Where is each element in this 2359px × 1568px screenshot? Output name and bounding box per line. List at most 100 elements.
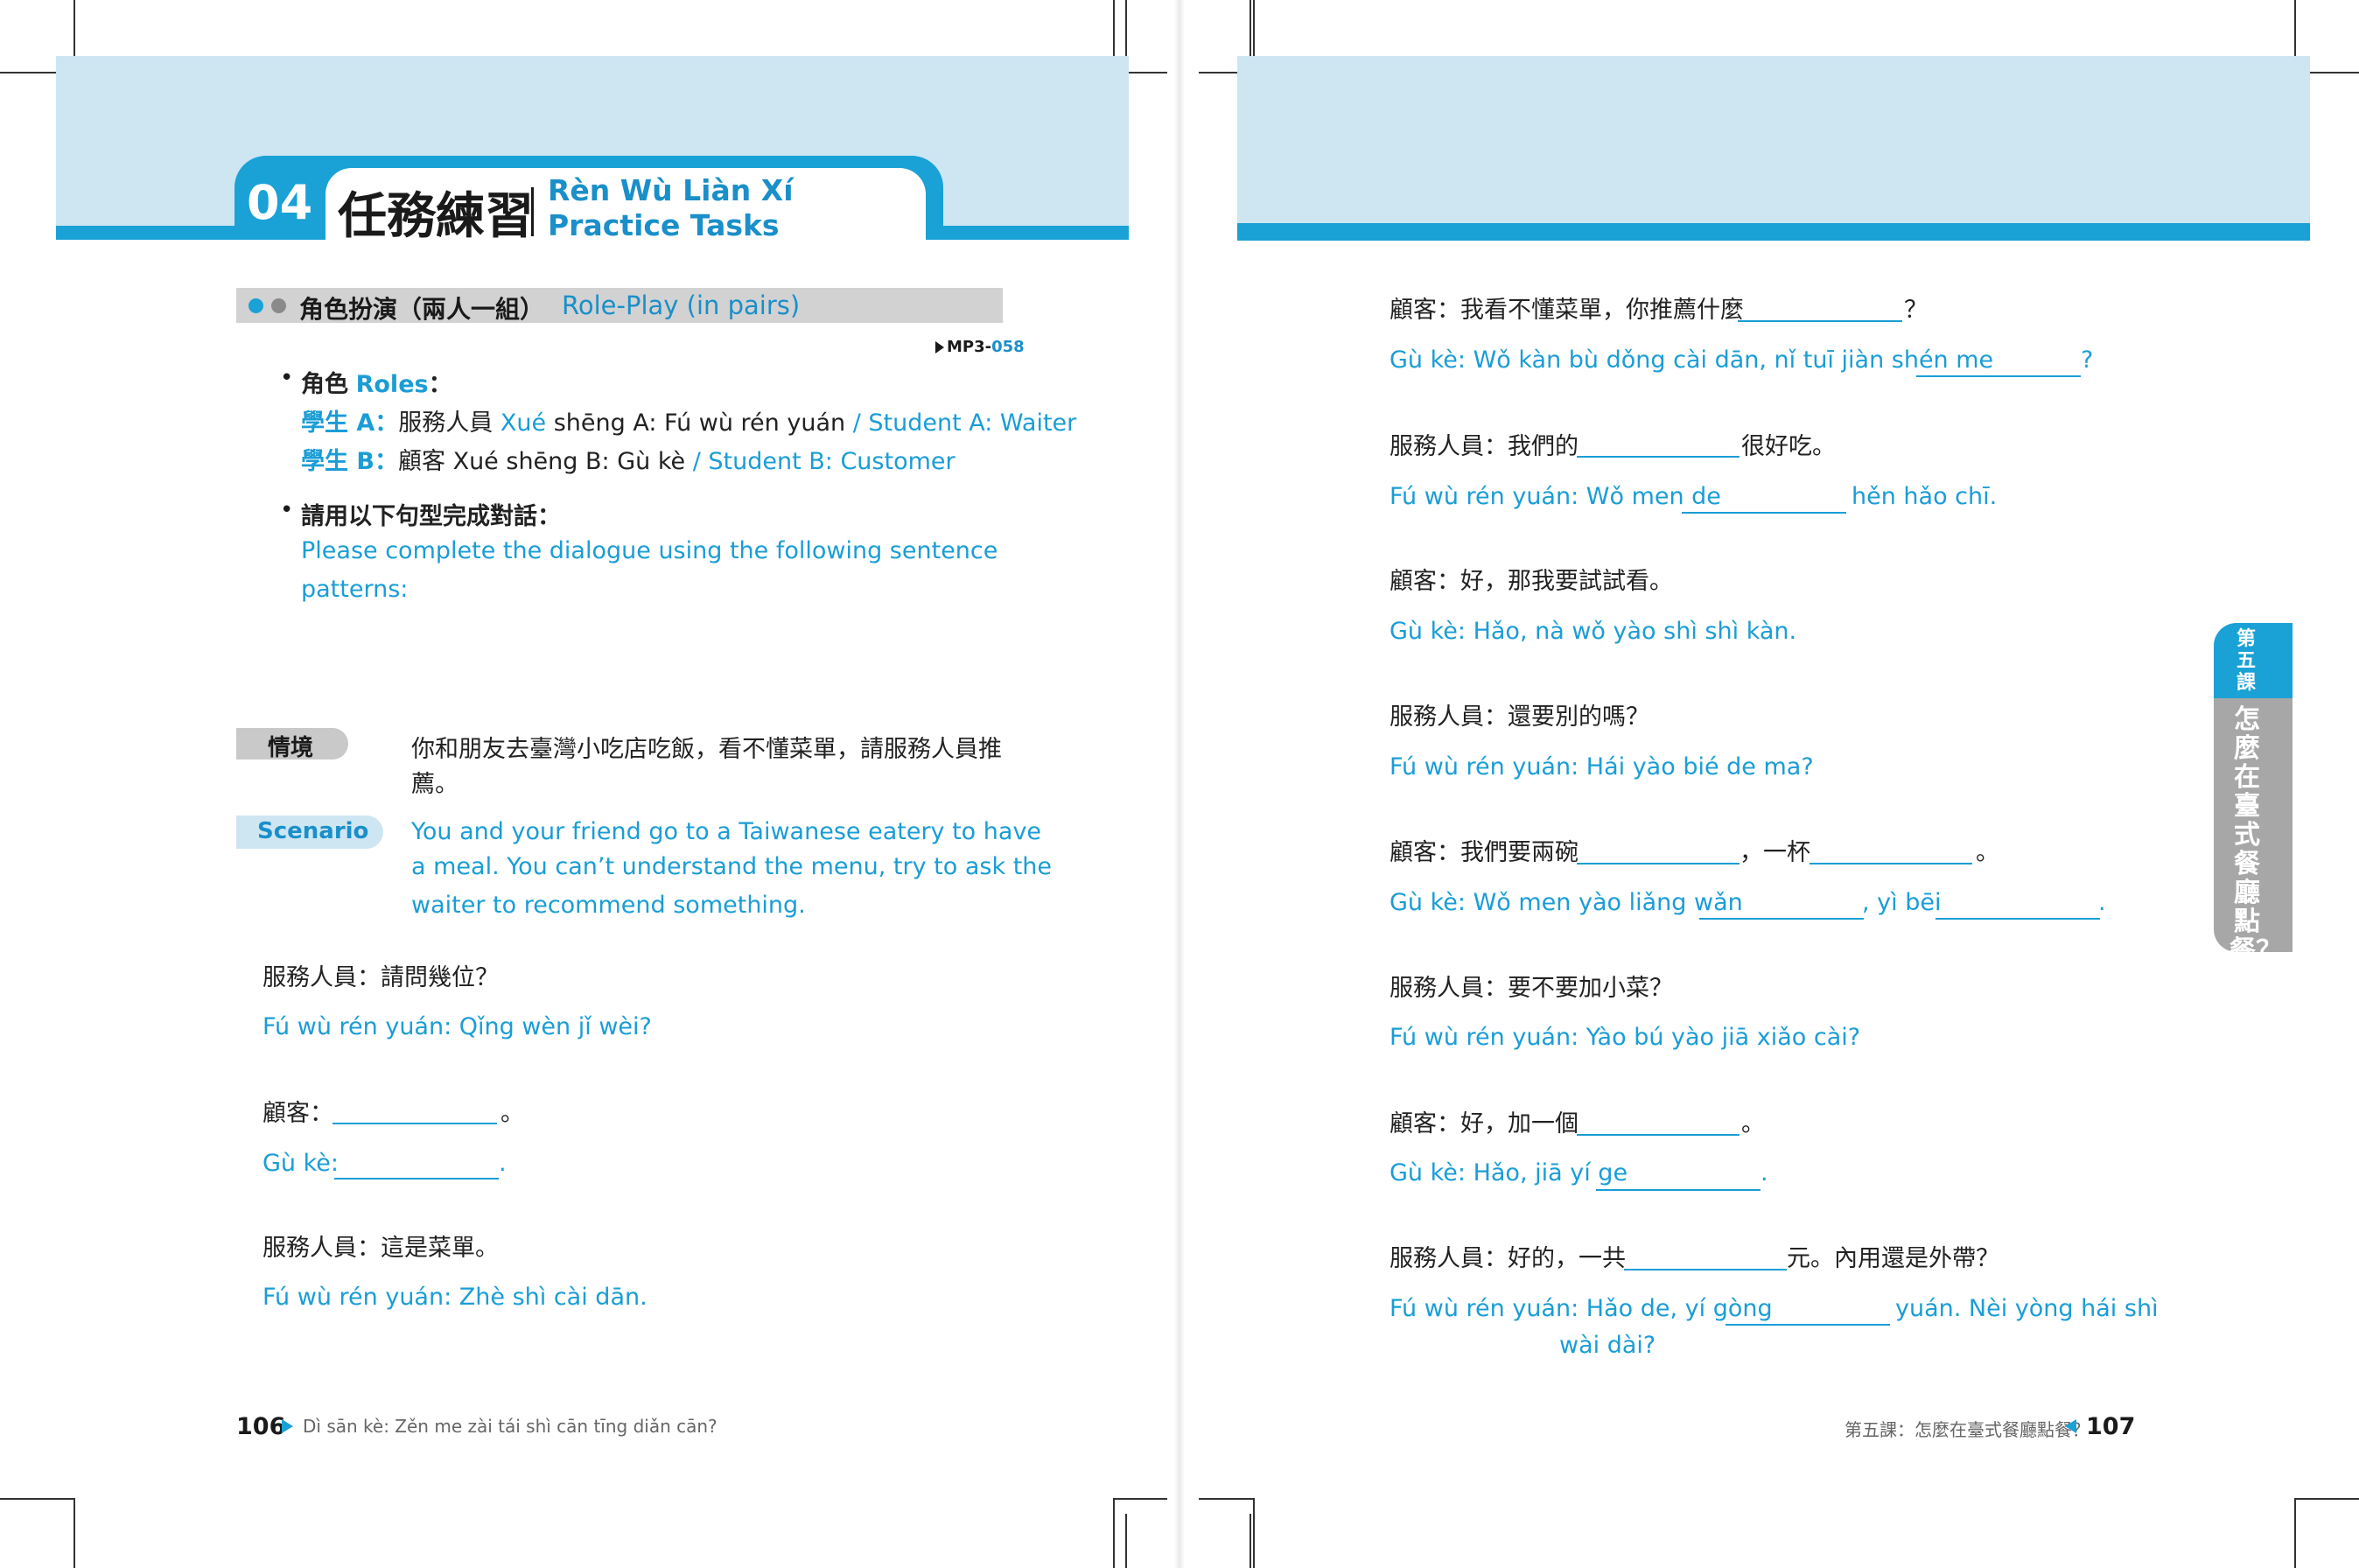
crop-mark [1199, 1498, 1253, 1500]
audio-track-prefix: MP3- [947, 338, 992, 356]
section-title-pinyin: Rèn Wù Liàn Xí [548, 173, 794, 207]
dialogue-right-7-pinyin-after: . [1760, 1159, 1768, 1186]
book-spine [1174, 0, 1185, 1568]
fill-blank-line[interactable] [1624, 1269, 1787, 1270]
scenario-text-zh-line2: 薦。 [411, 771, 458, 798]
dialogue-right-2-pinyin-after: hěn hǎo chī. [1852, 483, 1998, 510]
instructions-line2-en: patterns: [301, 576, 409, 603]
fill-blank-line[interactable] [1936, 918, 2100, 920]
fill-blank-line[interactable] [1810, 863, 1972, 864]
student-a-pinyin-prefix: Xué [500, 410, 547, 437]
fill-blank-line[interactable] [1596, 1189, 1760, 1191]
fill-blank-line[interactable] [1577, 456, 1740, 458]
dialogue-right-7-zh-after: 。 [1741, 1110, 1765, 1138]
dialogue-right-4-pinyin: Fú wù rén yuán: Hái yào bié de ma? [1390, 753, 1814, 780]
dialogue-right-5-pinyin-before: Gù kè: Wǒ men yào liǎng wǎn [1390, 889, 1743, 916]
scenario-text-en-line3: waiter to recommend something. [411, 892, 806, 919]
student-a-en: / Student A: Waiter [852, 410, 1077, 437]
dialogue-right-2-pinyin-before: Fú wù rén yuán: Wǒ men de [1390, 483, 1721, 510]
dialogue-right-3-zh: 顧客：好，那我要試試看。 [1390, 568, 1673, 595]
triangle-right-icon [282, 1419, 293, 1433]
crop-mark [2294, 1498, 2359, 1500]
roles-heading-en: Roles [355, 371, 429, 398]
fill-blank-line[interactable] [1577, 1134, 1740, 1136]
dialogue-right-6-zh: 服務人員：要不要加小菜？ [1390, 975, 1673, 1002]
dialogue-right-5-zh-before: 顧客：我們要兩碗 [1390, 839, 1578, 866]
bullet-icon: • [280, 365, 294, 391]
audio-track-label[interactable]: MP3-058 [947, 338, 1025, 356]
dialogue-left-1-pinyin: Fú wù rén yuán: Qǐng wèn jǐ wèi? [262, 1013, 652, 1040]
dialogue-right-6-pinyin: Fú wù rén yuán: Yào bú yào jiā xiǎo cài? [1390, 1024, 1861, 1051]
roles-heading-zh: 角色 [301, 371, 348, 398]
student-a-pinyin: shēng A: Fú wù rén yuán [553, 410, 846, 437]
dialogue-right-5-pinyin-after: . [2098, 889, 2106, 916]
instructions-heading-zh: 請用以下句型完成對話： [301, 503, 561, 530]
dialogue-right-5-zh-after: 。 [1976, 839, 1999, 866]
fill-blank-line[interactable] [334, 1178, 499, 1180]
bullet-dot-icon [248, 298, 263, 313]
play-triangle-icon [935, 341, 944, 354]
header-band-right [1237, 56, 2310, 240]
dialogue-right-2-zh-after: 很好吃。 [1741, 433, 1836, 460]
bullet-dot-icon [271, 298, 286, 313]
student-a-line: 學生 A：服務人員 Xué shēng A: Fú wù rén yuán / … [301, 403, 1076, 438]
dialogue-right-3-pinyin: Gù kè: Hǎo, nà wǒ yào shì shì kàn. [1390, 618, 1797, 645]
dialogue-left-3-pinyin: Fú wù rén yuán: Zhè shì cài dān. [262, 1284, 648, 1311]
scenario-label-zh: 情境 [268, 735, 314, 761]
footer-text-right: 第五課：怎麼在臺式餐廳點餐？ [1844, 1419, 2090, 1440]
roleplay-label-en: Role-Play (in pairs) [562, 290, 801, 320]
student-b-label: 學生 B： [301, 448, 398, 475]
fill-blank-line[interactable] [332, 1123, 497, 1124]
scenario-text-zh-line1: 你和朋友去臺灣小吃店吃飯，看不懂菜單，請服務人員推 [411, 736, 1002, 763]
dialogue-left-1-zh: 服務人員：請問幾位？ [262, 964, 499, 991]
crop-mark [1250, 1514, 1251, 1568]
dialogue-right-8-pinyin-line2: wài dài? [1559, 1332, 1656, 1359]
side-tab-title-text: 怎麼在臺式餐廳點餐？ [2230, 704, 2282, 966]
fill-blank-line[interactable] [1577, 863, 1740, 864]
crop-mark [1253, 1498, 1255, 1568]
crop-mark [1125, 0, 1127, 56]
crop-mark [1113, 1498, 1115, 1568]
fill-blank-line[interactable] [1682, 512, 1846, 514]
dialogue-right-7-pinyin-before: Gù kè: Hǎo, jiā yí ge [1390, 1159, 1628, 1186]
fill-blank-line[interactable] [1699, 918, 1864, 920]
student-b-en: / Student B: Customer [692, 448, 956, 475]
title-separator [531, 187, 534, 236]
fill-blank-line[interactable] [1726, 1324, 1890, 1326]
audio-track-number: 058 [991, 338, 1025, 356]
instructions-line1-en: Please complete the dialogue using the f… [301, 537, 998, 564]
dialogue-right-2-zh-before: 服務人員：我們的 [1390, 433, 1578, 460]
dialogue-right-4-zh: 服務人員：還要別的嗎？ [1390, 704, 1649, 731]
dialogue-right-8-pinyin-after: yuán. Nèi yòng hái shì [1895, 1295, 2159, 1322]
student-a-zh: 服務人員 [398, 410, 494, 437]
dialogue-left-2-pinyin-before: Gù kè: [262, 1150, 339, 1177]
footer-text-left: Dì sān kè: Zěn me zài tái shì cān tīng d… [303, 1416, 718, 1437]
dialogue-right-1-pinyin-after: ? [2081, 346, 2094, 374]
fill-blank-line[interactable] [1738, 320, 1902, 322]
scenario-text-en-line1: You and your friend go to a Taiwanese ea… [411, 818, 1042, 845]
crop-mark [2294, 1498, 2296, 1568]
student-a-label: 學生 A： [301, 410, 399, 437]
roles-heading-colon: ： [428, 371, 452, 398]
scenario-text-en-line2: a meal. You can’t understand the menu, t… [411, 853, 1053, 880]
dialogue-left-2-pinyin-after: . [499, 1150, 507, 1177]
page-number-left: 106 [236, 1413, 286, 1440]
section-number: 04 [247, 175, 313, 230]
bullet-icon: • [280, 497, 294, 523]
page-number-right: 107 [2086, 1413, 2136, 1440]
dialogue-right-8-zh-before: 服務人員：好的，一共 [1390, 1245, 1626, 1272]
dialogue-right-5-zh-mid: ，一杯 [1740, 839, 1810, 866]
dialogue-right-1-pinyin-before: Gù kè: Wǒ kàn bù dǒng cài dān, nǐ tuī ji… [1390, 346, 1994, 374]
dialogue-right-8-zh-after: 元。內用還是外帶？ [1787, 1245, 1999, 1272]
dialogue-right-7-zh-before: 顧客：好，加一個 [1390, 1110, 1578, 1138]
crop-mark [1250, 0, 1251, 56]
dialogue-left-3-zh: 服務人員：這是菜單。 [262, 1235, 499, 1262]
header-rule-right [1237, 223, 2310, 241]
fill-blank-line[interactable] [1916, 375, 2081, 377]
roles-heading: 角色 Roles： [301, 365, 452, 399]
crop-mark [1113, 1498, 1167, 1500]
section-title-en: Practice Tasks [548, 208, 780, 242]
crop-mark [74, 1498, 75, 1568]
dialogue-right-1-zh-before: 顧客：我看不懂菜單，你推薦什麼 [1390, 297, 1744, 324]
student-b-pinyin: Xué shēng B: Gù kè [452, 448, 686, 475]
